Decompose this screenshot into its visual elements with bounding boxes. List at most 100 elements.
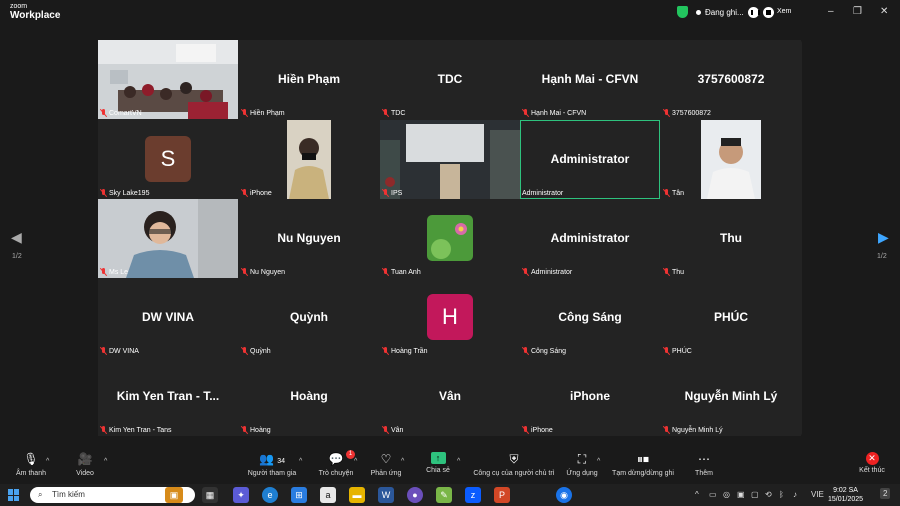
taskbar-clock[interactable]: 9:02 SA 15/01/2025 <box>828 486 863 504</box>
participant-tile[interactable]: Nu Nguyen Nu Nguyen <box>239 199 379 278</box>
briefcase-icon[interactable]: ▣ <box>165 487 183 503</box>
notification-badge[interactable]: 2 <box>880 488 891 499</box>
more-dots-icon: ⋯ <box>698 452 710 466</box>
participant-tile[interactable]: DW VINA DW VINA <box>98 278 238 357</box>
participant-tile[interactable]: iPhone iPhone <box>520 357 660 436</box>
participant-tile[interactable]: IPS <box>380 120 520 199</box>
muted-mic-icon <box>663 347 670 355</box>
participant-tile[interactable]: Nguyễn Minh Lý Nguyễn Minh Lý <box>661 357 801 436</box>
participant-tile[interactable]: ComartVN <box>98 40 238 119</box>
edge-browser-icon[interactable]: e <box>262 487 278 503</box>
participant-video <box>287 120 331 199</box>
tray-display-icon[interactable]: ▢ <box>751 490 759 499</box>
participant-tile[interactable]: 3757600872 3757600872 <box>661 40 801 119</box>
participant-display-name: DW VINA <box>142 310 194 324</box>
apps-options-chevron-icon[interactable]: ^ <box>597 458 600 465</box>
apps-button[interactable]: ⛶ Ứng dụng <box>564 452 600 477</box>
tray-camera-icon[interactable]: ▭ <box>709 490 717 499</box>
tray-mic-icon[interactable]: ♪ <box>793 490 797 499</box>
tray-chevron-icon[interactable]: ^ <box>695 490 699 499</box>
pause-stop-recording-button[interactable]: ⏸⏹ Tạm dừng/dừng ghi <box>608 452 678 477</box>
participant-tile-active-speaker[interactable]: Administrator Administrator <box>520 120 660 199</box>
reactions-button[interactable]: ♡ Phản ứng <box>368 452 404 477</box>
amazon-icon[interactable]: a <box>320 487 336 503</box>
more-button[interactable]: ⋯ Thêm <box>690 452 718 477</box>
end-meeting-button[interactable]: ✕ Kết thúc <box>855 452 889 474</box>
host-tools-button[interactable]: ⛨ Công cụ của người chủ trì <box>470 452 558 477</box>
teams-icon[interactable]: ● <box>407 487 423 503</box>
pause-recording-icon[interactable] <box>747 6 760 18</box>
chrome-icon[interactable]: ◉ <box>556 487 572 503</box>
next-page-icon[interactable]: ▶ <box>878 229 889 246</box>
restore-icon[interactable]: ❐ <box>853 6 862 17</box>
muted-mic-icon <box>241 189 248 197</box>
chat-options-chevron-icon[interactable]: ^ <box>354 458 357 465</box>
participant-tile[interactable]: Hoàng Hoàng <box>239 357 379 436</box>
language-indicator[interactable]: VIE <box>811 490 824 499</box>
participant-tile[interactable]: Tân <box>661 120 801 199</box>
view-button[interactable]: Xem <box>777 8 791 15</box>
participant-name: Hoàng <box>250 426 271 434</box>
chat-button[interactable]: 💬 1 Trò chuyện <box>316 450 356 477</box>
powerpoint-icon[interactable]: P <box>494 487 510 503</box>
participants-icon: 👥 34 <box>258 452 286 466</box>
participant-tile[interactable]: H Hoàng Trần <box>380 278 520 357</box>
participant-name: Quỳnh <box>250 347 271 355</box>
participant-tile[interactable]: Công Sáng Công Sáng <box>520 278 660 357</box>
participant-tile[interactable]: Tuan Anh <box>380 199 520 278</box>
tray-bluetooth-icon[interactable]: ᛒ <box>779 490 784 499</box>
share-button[interactable]: ↑ Chia sẻ <box>424 452 452 474</box>
participant-tile[interactable]: Administrator Administrator <box>520 199 660 278</box>
participant-tile[interactable]: Quỳnh Quỳnh <box>239 278 379 357</box>
store-icon[interactable]: ⊞ <box>291 487 307 503</box>
participant-tile[interactable]: Hiền Phạm Hiền Phạm <box>239 40 379 119</box>
file-explorer-icon[interactable]: ▬ <box>349 487 365 503</box>
muted-mic-icon <box>522 268 529 276</box>
participant-tile[interactable]: PHÚC PHÚC <box>661 278 801 357</box>
share-options-chevron-icon[interactable]: ^ <box>457 458 460 465</box>
muted-mic-icon <box>382 109 389 117</box>
video-button[interactable]: 🎥 Video <box>68 452 102 477</box>
word-icon[interactable]: W <box>378 487 394 503</box>
prev-page-icon[interactable]: ◀ <box>11 229 22 246</box>
audio-options-chevron-icon[interactable]: ^ <box>46 458 49 465</box>
notepad-icon[interactable]: ✎ <box>436 487 452 503</box>
muted-mic-icon <box>241 347 248 355</box>
audio-button[interactable]: 🎙 Âm thanh <box>12 452 50 477</box>
muted-mic-icon <box>100 189 107 197</box>
zoom-taskbar-icon[interactable]: z <box>465 487 481 503</box>
participant-display-name: Nu Nguyen <box>277 231 341 245</box>
participants-button[interactable]: 👥 34 Người tham gia <box>244 452 300 477</box>
participant-display-name: Hoàng <box>290 389 328 403</box>
participants-options-chevron-icon[interactable]: ^ <box>299 458 302 465</box>
avatar: S <box>145 136 191 182</box>
participant-name: Tuan Anh <box>391 268 421 276</box>
zoom-logo: zoom Workplace <box>10 3 60 21</box>
participant-tile[interactable]: Vân Vân <box>380 357 520 436</box>
participant-tile[interactable]: Ms Le <box>98 199 238 278</box>
participant-tile[interactable]: iPhone <box>239 120 379 199</box>
muted-mic-icon <box>382 426 389 434</box>
participant-tile[interactable]: S Sky Lake195 <box>98 120 238 199</box>
muted-mic-icon <box>100 426 107 434</box>
participant-display-name: Kim Yen Tran - T... <box>116 389 220 403</box>
participant-tile[interactable]: Thu Thu <box>661 199 801 278</box>
windows-start-icon[interactable] <box>8 489 20 501</box>
task-view-icon[interactable]: ▦ <box>202 487 218 503</box>
participant-tile[interactable]: TDC TDC <box>380 40 520 119</box>
tray-sync-icon[interactable]: ⟲ <box>765 490 772 499</box>
close-icon[interactable]: ✕ <box>880 6 888 17</box>
copilot-icon[interactable]: ✦ <box>233 487 249 503</box>
heart-icon: ♡ <box>380 452 392 466</box>
participant-tile[interactable]: Hạnh Mai - CFVN Hạnh Mai - CFVN <box>520 40 660 119</box>
tray-app-icon[interactable]: ◎ <box>723 490 730 499</box>
participant-display-name: PHÚC <box>713 310 748 324</box>
reactions-options-chevron-icon[interactable]: ^ <box>401 458 404 465</box>
stop-recording-icon[interactable] <box>762 6 774 18</box>
minimize-icon[interactable]: – <box>828 6 834 17</box>
participant-tile[interactable]: Kim Yen Tran - T... Kim Yen Tran - Tans <box>98 357 238 436</box>
video-options-chevron-icon[interactable]: ^ <box>104 458 107 465</box>
tray-zoom-icon[interactable]: ▣ <box>737 490 745 499</box>
search-placeholder: Tìm kiếm <box>52 490 85 499</box>
participant-display-name: Nguyễn Minh Lý <box>684 389 778 403</box>
